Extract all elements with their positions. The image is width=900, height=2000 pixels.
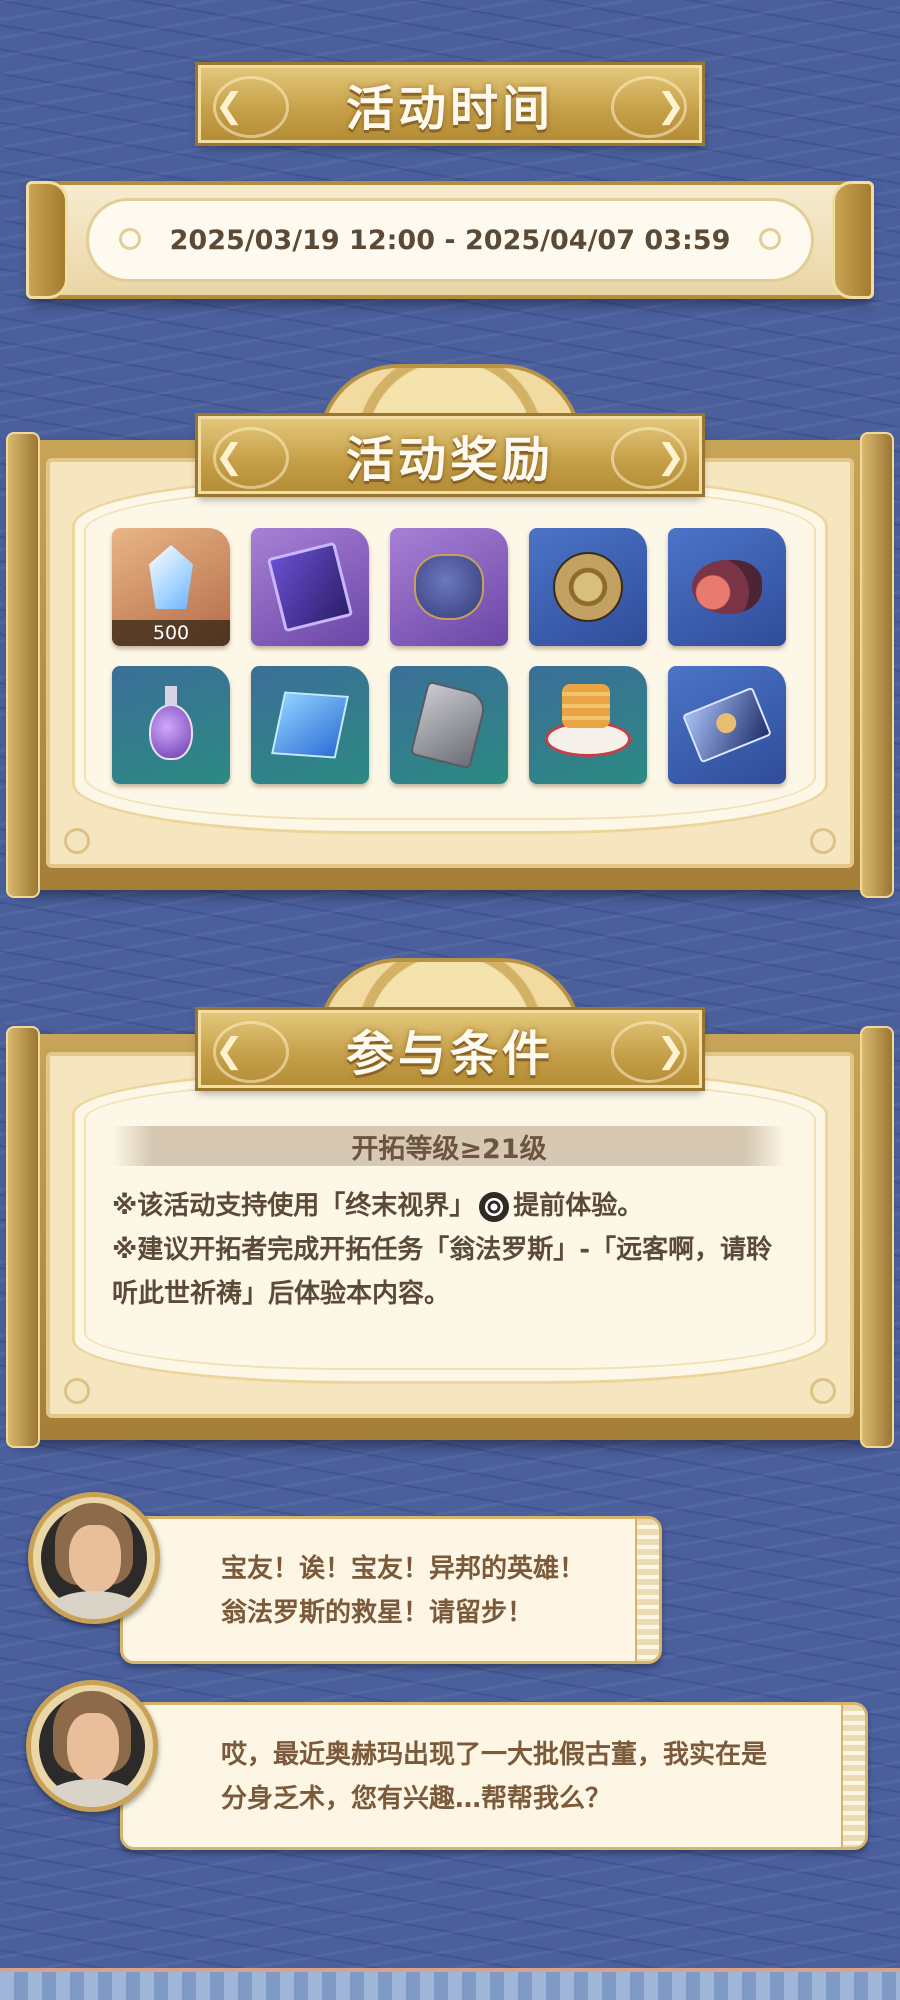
time-title: 活动时间 bbox=[345, 81, 554, 137]
reward-item-pancake[interactable] bbox=[529, 666, 647, 784]
card-icon bbox=[682, 686, 772, 764]
reward-item-potion[interactable] bbox=[112, 666, 230, 784]
dialogue-bubble-1[interactable]: 宝友！诶！宝友！异邦的英雄！ 翁法罗斯的救星！请留步！ bbox=[120, 1516, 662, 1664]
reward-item-pouch[interactable] bbox=[390, 528, 508, 646]
corner-circle-icon bbox=[810, 1378, 836, 1404]
pancake-icon bbox=[545, 684, 631, 757]
cube-icon bbox=[271, 691, 349, 759]
scroll-cap-left bbox=[26, 181, 68, 299]
conditions-banner: ❮ 参与条件 ❯ bbox=[198, 1010, 702, 1088]
dialogue-line: 分身乏术，您有兴趣…帮帮我么？ bbox=[221, 1784, 612, 1814]
time-pill: 2025/03/19 12:00 - 2025/04/07 03:59 bbox=[86, 198, 814, 282]
rewards-title: 活动奖励 bbox=[345, 432, 554, 488]
reward-item-medal[interactable] bbox=[529, 528, 647, 646]
book-icon bbox=[266, 541, 354, 633]
npc-avatar bbox=[26, 1680, 158, 1812]
reward-count: 500 bbox=[112, 620, 230, 646]
eye-icon bbox=[479, 1191, 510, 1222]
corner-circle-icon bbox=[810, 828, 836, 854]
ornament-left-icon: ❮ bbox=[215, 437, 244, 477]
reward-item-card[interactable] bbox=[668, 666, 786, 784]
reward-item-book[interactable] bbox=[251, 528, 369, 646]
scroll-cap-right bbox=[832, 181, 874, 299]
ornament-right-icon: ❯ bbox=[656, 86, 686, 126]
reward-item-cube[interactable] bbox=[251, 666, 369, 784]
dialogue-line: 哎，最近奥赫玛出现了一大批假古董，我实在是 bbox=[221, 1740, 768, 1770]
pill-dot-icon bbox=[119, 228, 141, 250]
npc-avatar bbox=[28, 1492, 160, 1624]
potion-icon bbox=[149, 686, 193, 760]
condition-line-3: 听此世祈祷」后体验本内容。 bbox=[112, 1279, 451, 1309]
condition-text: 提前体验。 bbox=[513, 1191, 644, 1221]
conditions-title: 参与条件 bbox=[345, 1026, 554, 1082]
time-banner: ❮ 活动时间 ❯ bbox=[198, 65, 702, 143]
ornament-left-icon: ❮ bbox=[215, 1031, 244, 1071]
ornament-right-icon: ❯ bbox=[656, 437, 686, 477]
rewards-banner: ❮ 活动奖励 ❯ bbox=[198, 416, 702, 494]
footer-pattern bbox=[0, 1968, 900, 2000]
reward-item-meat[interactable] bbox=[668, 528, 786, 646]
dialogue-line: 宝友！诶！宝友！异邦的英雄！ bbox=[221, 1554, 586, 1584]
pill-dot-icon bbox=[759, 228, 781, 250]
pouch-icon bbox=[414, 554, 484, 620]
dialogue-bubble-2[interactable]: 哎，最近奥赫玛出现了一大批假古董，我实在是 分身乏术，您有兴趣…帮帮我么？ bbox=[120, 1702, 868, 1850]
tablet-icon bbox=[409, 680, 489, 770]
crystal-icon bbox=[149, 545, 193, 609]
dialogue-line: 翁法罗斯的救星！请留步！ bbox=[221, 1598, 534, 1628]
time-card: 2025/03/19 12:00 - 2025/04/07 03:59 bbox=[26, 181, 874, 299]
corner-circle-icon bbox=[64, 1378, 90, 1404]
meat-icon bbox=[692, 560, 762, 614]
time-range: 2025/03/19 12:00 - 2025/04/07 03:59 bbox=[169, 224, 731, 256]
requirement-text: 开拓等级≥21级 bbox=[351, 1133, 547, 1165]
ornament-left-icon: ❮ bbox=[215, 86, 244, 126]
medal-icon bbox=[553, 552, 623, 622]
condition-text: ※该活动支持使用「终末视界」 bbox=[112, 1191, 476, 1221]
reward-item-tablet[interactable] bbox=[390, 666, 508, 784]
condition-line-2: ※建议开拓者完成开拓任务「翁法罗斯」-「远客啊，请聆 bbox=[112, 1235, 773, 1265]
requirement-bar: 开拓等级≥21级 bbox=[112, 1126, 786, 1166]
rewards-grid: 500 bbox=[112, 528, 788, 784]
reward-item-crystal[interactable]: 500 bbox=[112, 528, 230, 646]
ornament-right-icon: ❯ bbox=[656, 1031, 686, 1071]
corner-circle-icon bbox=[64, 828, 90, 854]
condition-line-1: ※该活动支持使用「终末视界」 提前体验。 bbox=[112, 1184, 792, 1228]
